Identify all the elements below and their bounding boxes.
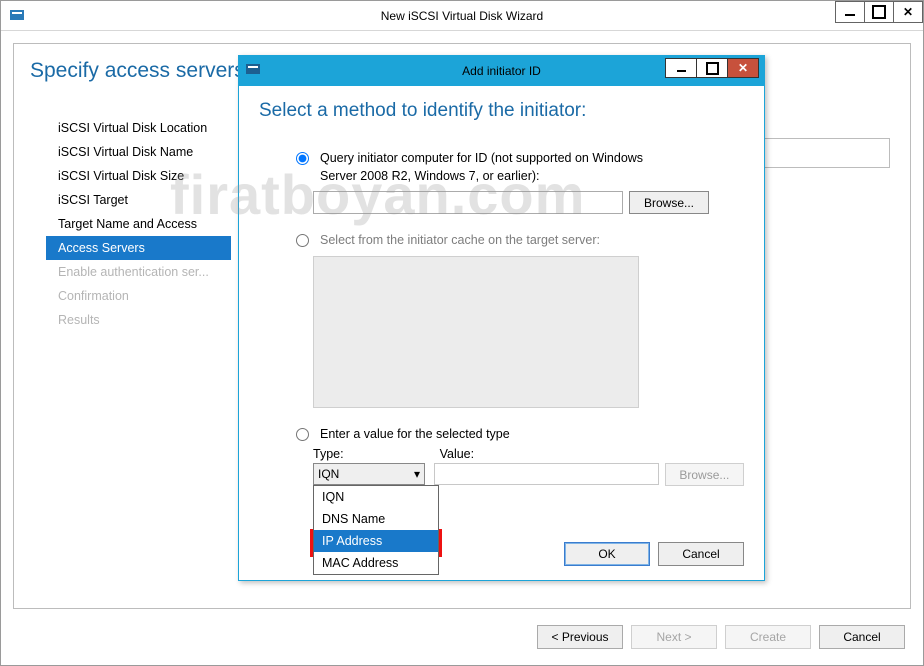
modal-close-button[interactable]	[727, 58, 759, 78]
value-label: Value:	[440, 447, 475, 461]
type-value-labels: Type: Value:	[313, 447, 744, 461]
cancel-button[interactable]: Cancel	[819, 625, 905, 649]
query-computer-input[interactable]	[313, 191, 623, 214]
wizard-title: New iSCSI Virtual Disk Wizard	[381, 9, 543, 23]
app-icon	[9, 8, 25, 24]
previous-button[interactable]: < Previous	[537, 625, 623, 649]
modal-heading: Select a method to identify the initiato…	[259, 100, 744, 122]
initiator-cache-list	[313, 256, 639, 408]
nav-item-location[interactable]: iSCSI Virtual Disk Location	[46, 116, 231, 140]
add-initiator-dialog: Add initiator ID Select a method to iden…	[238, 55, 765, 581]
type-dropdown: IQN DNS Name IP Address MAC Address	[313, 485, 439, 575]
wizard-window-controls	[836, 1, 923, 23]
modal-cancel-button[interactable]: Cancel	[658, 542, 744, 566]
create-button: Create	[725, 625, 811, 649]
wizard-footer: < Previous Next > Create Cancel	[1, 609, 923, 665]
close-button[interactable]	[893, 1, 923, 23]
nav-item-authentication: Enable authentication ser...	[46, 260, 231, 284]
nav-item-confirmation: Confirmation	[46, 284, 231, 308]
ok-button[interactable]: OK	[564, 542, 650, 566]
wizard-nav: iSCSI Virtual Disk Location iSCSI Virtua…	[46, 116, 231, 332]
maximize-button[interactable]	[864, 1, 894, 23]
radio-manual-label: Enter a value for the selected type	[320, 426, 510, 444]
radio-manual[interactable]	[296, 428, 309, 441]
nav-item-target[interactable]: iSCSI Target	[46, 188, 231, 212]
value-input[interactable]	[434, 463, 659, 485]
query-browse-button[interactable]: Browse...	[629, 191, 709, 214]
wizard-heading: Specify access servers	[30, 59, 245, 83]
type-selected-text: IQN	[318, 467, 339, 481]
modal-minimize-button[interactable]	[665, 58, 697, 78]
type-label: Type:	[313, 447, 344, 461]
next-button: Next >	[631, 625, 717, 649]
radio-cache[interactable]	[296, 234, 309, 247]
nav-item-results: Results	[46, 308, 231, 332]
type-option-ip[interactable]: IP Address	[314, 530, 438, 552]
modal-app-icon	[245, 62, 261, 78]
modal-titlebar: Add initiator ID	[239, 56, 764, 86]
modal-title: Add initiator ID	[462, 64, 541, 78]
type-option-mac[interactable]: MAC Address	[314, 552, 438, 574]
radio-cache-row: Select from the initiator cache on the t…	[291, 232, 744, 250]
nav-item-target-name[interactable]: Target Name and Access	[46, 212, 231, 236]
radio-cache-label: Select from the initiator cache on the t…	[320, 232, 600, 250]
minimize-button[interactable]	[835, 1, 865, 23]
type-option-dns[interactable]: DNS Name	[314, 508, 438, 530]
modal-window-controls	[666, 58, 759, 78]
nav-item-access-servers[interactable]: Access Servers	[46, 236, 231, 260]
radio-query-label: Query initiator computer for ID (not sup…	[320, 150, 660, 185]
nav-item-name[interactable]: iSCSI Virtual Disk Name	[46, 140, 231, 164]
modal-body: Select a method to identify the initiato…	[259, 100, 744, 520]
chevron-down-icon: ▾	[414, 467, 420, 481]
nav-item-size[interactable]: iSCSI Virtual Disk Size	[46, 164, 231, 188]
value-browse-button: Browse...	[665, 463, 744, 486]
modal-maximize-button[interactable]	[696, 58, 728, 78]
type-option-iqn[interactable]: IQN	[314, 486, 438, 508]
radio-query[interactable]	[296, 152, 309, 165]
wizard-titlebar: New iSCSI Virtual Disk Wizard	[1, 1, 923, 31]
radio-query-row: Query initiator computer for ID (not sup…	[291, 150, 744, 185]
type-combobox[interactable]: IQN ▾	[313, 463, 425, 485]
radio-manual-row: Enter a value for the selected type	[291, 426, 744, 444]
